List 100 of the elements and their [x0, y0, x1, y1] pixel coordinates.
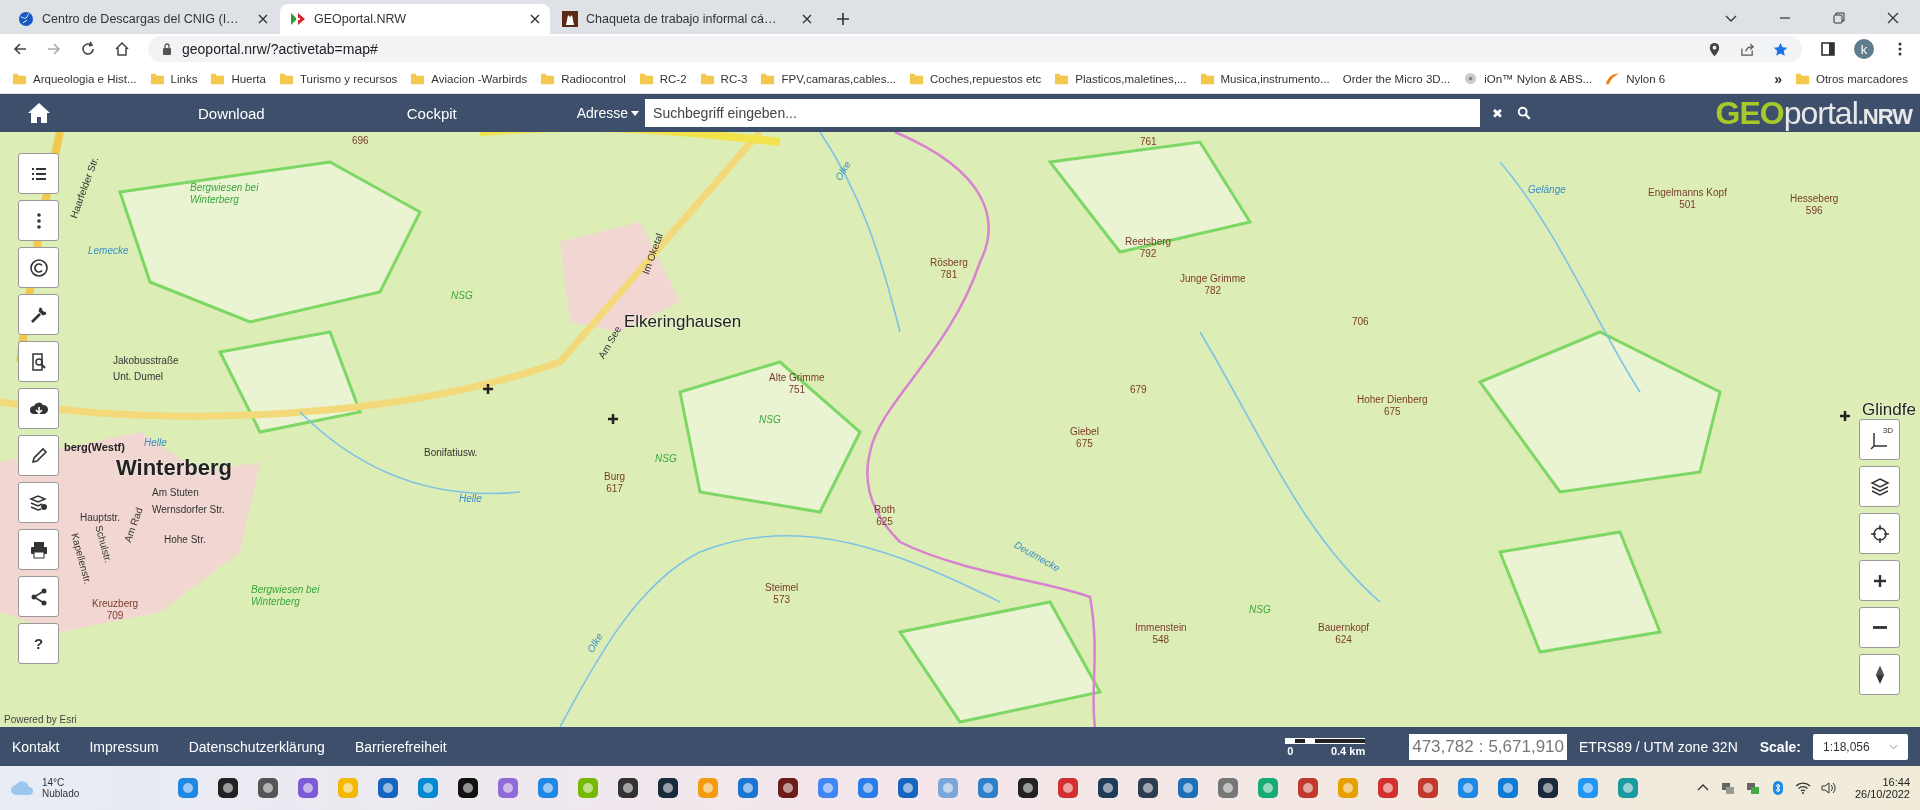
map-tool-button[interactable] — [1859, 654, 1900, 695]
reload-icon[interactable] — [80, 41, 96, 57]
peak-label: Rösberg 781 — [930, 257, 968, 280]
map-tool-button[interactable] — [18, 153, 59, 194]
folder-icon — [1199, 71, 1215, 86]
street-label: Schulstr. — [92, 524, 114, 565]
map-tool-button[interactable] — [18, 529, 59, 570]
bookmark[interactable]: iOn™ Nylon & ABS... — [1463, 71, 1593, 86]
speaker-icon[interactable] — [1819, 780, 1836, 796]
zoom-out-button[interactable] — [1859, 607, 1900, 648]
peak-label: Junge Grimme 782 — [1180, 273, 1246, 296]
folder-icon — [540, 71, 556, 86]
home-icon[interactable] — [26, 101, 52, 125]
new-tab-icon[interactable] — [836, 12, 850, 26]
bookmark[interactable]: Turismo y recursos — [278, 71, 398, 86]
footer-link[interactable]: Impressum — [89, 738, 159, 755]
bookmark[interactable]: Otros marcadores — [1794, 71, 1908, 86]
bookmark[interactable]: Plasticos,maletines,... — [1054, 71, 1187, 86]
nav-link[interactable]: Cockpit — [406, 104, 457, 122]
folder-icon — [12, 71, 27, 86]
search-field[interactable]: Suchbegriff eingeben... — [645, 99, 1481, 127]
close-icon[interactable] — [258, 14, 268, 24]
bookmark[interactable]: RC-3 — [699, 71, 748, 86]
street-label: Am Stuten — [152, 487, 199, 499]
star-icon[interactable] — [1773, 41, 1788, 57]
address-bar[interactable]: geoportal.nrw/?activetab=map# — [148, 36, 1802, 62]
bookmark[interactable]: Huerta — [210, 71, 266, 86]
place-label: Elkeringhausen — [624, 312, 742, 332]
network-icon[interactable] — [1719, 780, 1736, 796]
street-label: Jakobusstraße — [113, 355, 179, 367]
peak-label: Bauernkopf 624 — [1318, 622, 1370, 645]
bookmark[interactable]: Nylon 6 — [1605, 71, 1666, 86]
browser-tab[interactable]: Chaqueta de trabajo informal cá… — [552, 4, 822, 34]
network-icon[interactable] — [1744, 780, 1761, 796]
minus-icon — [1872, 626, 1887, 629]
side-panel-icon[interactable] — [1820, 41, 1836, 57]
street-label: Bonifatiusw. — [424, 447, 478, 459]
search-icon[interactable] — [1517, 106, 1532, 120]
map-tool-button[interactable] — [18, 388, 59, 429]
map-tool-button[interactable] — [18, 341, 59, 382]
bookmark[interactable]: Arqueologia e Hist... — [12, 71, 137, 86]
geoportal-logo: GEOportal.NRW — [1715, 94, 1912, 132]
footer-link[interactable]: Kontakt — [12, 738, 60, 755]
footer-link[interactable]: Datenschutzerklärung — [188, 738, 325, 755]
peak-label: Immenstein 548 — [1135, 622, 1187, 645]
northing-value: 5,671,910 — [1488, 736, 1564, 757]
scale-dropdown[interactable]: 1:18,056 — [1813, 733, 1908, 760]
bookmark[interactable]: FPV,camaras,cables... — [760, 71, 897, 86]
place-label: Glindfe — [1862, 400, 1916, 420]
search-scope-dropdown[interactable]: Adresse — [576, 105, 646, 121]
map-tool-button[interactable]: 3D — [1859, 419, 1900, 460]
bookmark[interactable]: RC-2 — [638, 71, 687, 86]
bookmark[interactable]: Links — [149, 71, 198, 86]
bookmark[interactable]: Radiocontrol — [540, 71, 626, 86]
share-icon[interactable] — [1740, 41, 1755, 57]
folder-icon — [760, 71, 776, 86]
restore-icon[interactable] — [1832, 11, 1846, 25]
bookmark[interactable]: Order the Micro 3D... — [1342, 72, 1451, 85]
copyright-icon — [28, 257, 49, 278]
back-icon[interactable] — [12, 41, 28, 57]
wifi-icon[interactable] — [1794, 780, 1811, 796]
close-icon[interactable] — [530, 14, 540, 24]
peak-label: Kreuzberg 709 — [92, 598, 139, 621]
browser-tab[interactable]: GEOportal.NRW — [280, 4, 550, 34]
street-label: Hohe Str. — [164, 534, 206, 546]
map-tool-button[interactable] — [18, 576, 59, 617]
map-tool-button[interactable] — [18, 482, 59, 523]
close-icon[interactable] — [802, 14, 812, 24]
home-icon[interactable] — [114, 41, 130, 57]
crs-label: ETRS89 / UTM zone 32N — [1579, 738, 1738, 755]
peak-label: 706 — [1352, 316, 1369, 328]
peak-label: Steimel 573 — [765, 582, 799, 605]
footer-link[interactable]: Barrierefreiheit — [354, 738, 447, 755]
area-label: NSG — [1249, 604, 1272, 616]
street-label: Am Rad — [122, 506, 146, 544]
close-icon[interactable] — [1886, 11, 1900, 25]
folder-icon — [638, 71, 654, 86]
bookmark[interactable]: Coches,repuestos etc — [909, 71, 1042, 86]
map-tool-button[interactable] — [18, 247, 59, 288]
coordinate-separator: : — [1477, 736, 1485, 757]
map-tool-button[interactable] — [18, 294, 59, 335]
map-tool-button[interactable] — [1859, 466, 1900, 507]
easting-value: 473,782 — [1412, 736, 1474, 757]
scale-label: Scale: — [1759, 738, 1801, 755]
browser-tab[interactable]: Centro de Descargas del CNIG (I… — [8, 4, 278, 34]
weather-text: Nublado — [42, 788, 80, 799]
zoom-in-button[interactable] — [1859, 560, 1900, 601]
more-bookmarks-button[interactable]: » — [1774, 70, 1782, 87]
clear-button[interactable]: ✖ — [1488, 105, 1508, 121]
profile-avatar[interactable]: k — [1854, 39, 1874, 59]
map-tool-button[interactable] — [1859, 513, 1900, 554]
clock-date[interactable]: 26/10/2022 — [1854, 788, 1910, 800]
globe-icon — [18, 11, 34, 27]
bookmark[interactable]: Musica,instrumento... — [1199, 71, 1330, 86]
help-button[interactable]: ? — [18, 623, 59, 664]
bookmark[interactable]: Aviacion -Warbirds — [410, 71, 528, 86]
street-label: Unt. Dumel — [113, 371, 163, 383]
clock-time[interactable]: 16:44 — [1882, 776, 1910, 788]
nav-link[interactable]: Download — [198, 104, 265, 122]
location-pin-icon[interactable] — [1707, 41, 1722, 57]
